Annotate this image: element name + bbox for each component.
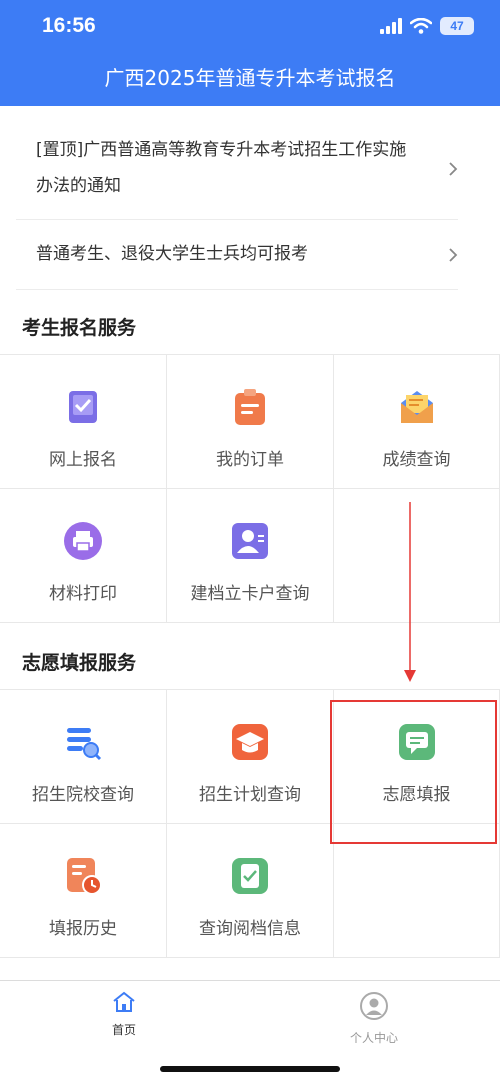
- book-check-icon: [69, 391, 97, 423]
- service-label: 招生院校查询: [32, 785, 134, 805]
- person-card-icon: [232, 523, 268, 559]
- notice-text: [置顶]广西普通高等教育专升本考试招生工作实施 办法的通知: [36, 132, 436, 204]
- service-label: 网上报名: [49, 450, 117, 470]
- notice-text: 普通考生、退役大学生士兵均可报考: [36, 244, 308, 264]
- home-indicator: [160, 1066, 340, 1072]
- registration-grid: 网上报名 我的订单 成绩查询 材料打印 建档立卡户查询: [0, 354, 500, 624]
- app-header: 16:56 47 广西2025年普通专升本考试报名: [0, 0, 500, 106]
- chevron-right-icon: [449, 248, 458, 262]
- service-enrollment-plan-query[interactable]: 招生计划查询: [167, 690, 334, 824]
- service-label: 成绩查询: [382, 450, 451, 470]
- wifi-icon: [410, 18, 432, 34]
- section-title-registration: 考生报名服务: [22, 317, 137, 339]
- annotation-highlight-box: [330, 700, 497, 844]
- page-title: 广西2025年普通专升本考试报名: [104, 66, 396, 90]
- notice-line: [置顶]广西普通高等教育专升本考试招生工作实施: [36, 140, 407, 160]
- chevron-right-icon: [449, 162, 458, 176]
- service-archive-info-query[interactable]: 查询阅档信息: [167, 824, 334, 958]
- annotation-arrow: [404, 502, 416, 682]
- service-label: 建档立卡户查询: [190, 584, 310, 604]
- status-time: 16:56: [42, 14, 96, 37]
- status-bar: 16:56 47: [0, 0, 500, 56]
- service-fill-history[interactable]: 填报历史: [0, 824, 167, 958]
- nav-label: 个人中心: [349, 1031, 398, 1045]
- service-label: 填报历史: [49, 919, 117, 939]
- envelope-icon: [401, 391, 433, 423]
- battery-level: 47: [450, 19, 464, 33]
- service-label: 查询阅档信息: [199, 919, 301, 939]
- empty-cell: [334, 824, 500, 958]
- service-online-registration[interactable]: 网上报名: [0, 355, 167, 489]
- section-title-volunteer: 志愿填报服务: [22, 652, 137, 674]
- notice-item-eligibility[interactable]: 普通考生、退役大学生士兵均可报考: [16, 220, 458, 290]
- nav-item-personal-center[interactable]: 个人中心: [314, 991, 434, 1046]
- nav-item-home[interactable]: 首页: [64, 991, 184, 1038]
- service-college-query[interactable]: 招生院校查询: [0, 690, 167, 824]
- service-label: 招生计划查询: [199, 785, 301, 805]
- document-check-icon: [232, 858, 268, 894]
- service-label: 材料打印: [49, 584, 117, 604]
- user-circle-icon: [360, 992, 388, 1020]
- nav-label: 首页: [111, 1023, 136, 1037]
- service-poverty-registry-query[interactable]: 建档立卡户查询: [167, 489, 334, 623]
- signal-icon: [380, 18, 402, 34]
- service-score-query[interactable]: 成绩查询: [334, 355, 500, 489]
- status-icons: 47: [380, 17, 474, 35]
- graduation-cap-icon: [232, 724, 268, 760]
- list-search-icon: [67, 728, 102, 761]
- notice-line: 办法的通知: [36, 176, 121, 196]
- history-clock-icon: [67, 858, 102, 895]
- service-material-print[interactable]: 材料打印: [0, 489, 167, 623]
- clipboard-icon: [235, 389, 265, 425]
- home-icon: [113, 991, 135, 1012]
- printer-icon: [64, 522, 102, 560]
- battery-icon: 47: [440, 17, 474, 35]
- service-label: 我的订单: [216, 450, 284, 470]
- notice-item-pinned[interactable]: [置顶]广西普通高等教育专升本考试招生工作实施 办法的通知: [16, 122, 458, 220]
- service-my-orders[interactable]: 我的订单: [167, 355, 334, 489]
